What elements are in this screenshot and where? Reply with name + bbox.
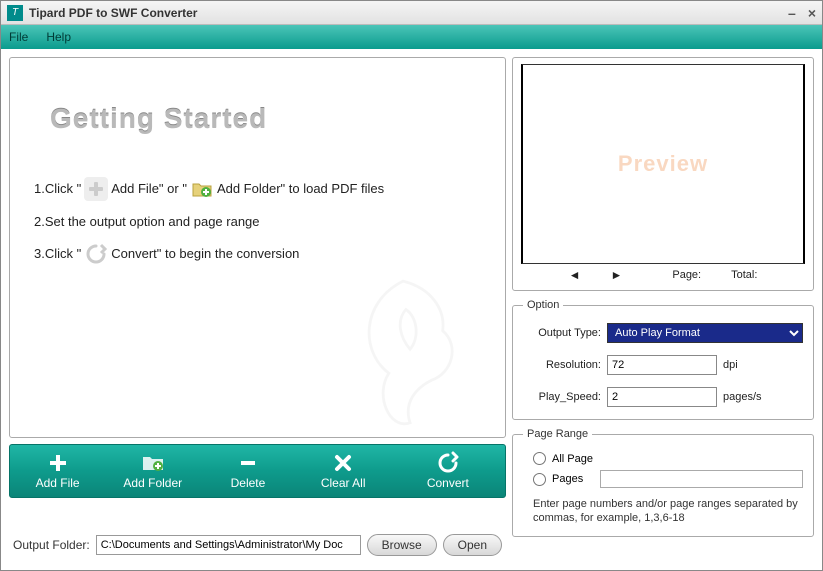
page-label: Page: <box>672 269 701 281</box>
resolution-input[interactable] <box>607 355 717 375</box>
output-type-select[interactable]: Auto Play Format <box>607 323 803 343</box>
resolution-unit: dpi <box>723 359 738 371</box>
window-controls: – × <box>788 5 816 21</box>
output-folder-label: Output Folder: <box>13 538 90 552</box>
resolution-label: Resolution: <box>523 359 601 371</box>
page-range-hint: Enter page numbers and/or page ranges se… <box>523 493 803 526</box>
prev-page-button[interactable]: ◄ <box>569 268 581 282</box>
total-label: Total: <box>731 269 757 281</box>
convert-icon <box>84 242 108 266</box>
plus-icon <box>48 452 68 474</box>
all-page-radio[interactable] <box>533 452 546 465</box>
menu-file[interactable]: File <box>9 30 28 44</box>
minimize-button[interactable]: – <box>788 5 796 21</box>
x-icon <box>334 452 352 474</box>
convert-button[interactable]: Convert <box>391 445 505 497</box>
option-group: Option Output Type: Auto Play Format Res… <box>512 299 814 420</box>
page-range-legend: Page Range <box>523 428 592 440</box>
window-title: Tipard PDF to SWF Converter <box>29 6 788 20</box>
pages-radio[interactable] <box>533 473 546 486</box>
output-type-label: Output Type: <box>523 327 601 339</box>
clear-all-button[interactable]: Clear All <box>296 445 391 497</box>
pages-input[interactable] <box>600 470 803 488</box>
app-icon: T <box>7 5 23 21</box>
titlebar: T Tipard PDF to SWF Converter – × <box>1 1 822 25</box>
guide-step-1: 1.Click " Add File" or " Add Folder" to … <box>34 175 487 204</box>
refresh-icon <box>436 452 460 474</box>
getting-started-panel: Getting Started 1.Click " Add File" or "… <box>9 57 506 438</box>
guide-steps: 1.Click " Add File" or " Add Folder" to … <box>34 175 487 273</box>
client-area: Getting Started 1.Click " Add File" or "… <box>1 49 822 570</box>
preview-canvas: Preview <box>521 64 805 264</box>
add-folder-icon <box>190 177 214 201</box>
delete-button[interactable]: Delete <box>200 445 295 497</box>
next-page-button[interactable]: ► <box>610 268 622 282</box>
folder-plus-icon <box>142 452 164 474</box>
browse-button[interactable]: Browse <box>367 534 437 556</box>
guide-heading: Getting Started <box>50 103 487 135</box>
guide-step-3: 3.Click " Convert" to begin the conversi… <box>34 240 487 269</box>
option-legend: Option <box>523 299 563 311</box>
preview-panel: Preview ◄ ► Page: Total: <box>512 57 814 291</box>
menubar: File Help <box>1 25 822 49</box>
add-file-icon <box>84 177 108 201</box>
guide-step-2: 2.Set the output option and page range <box>34 208 487 237</box>
left-column: Getting Started 1.Click " Add File" or "… <box>9 57 506 562</box>
play-speed-label: Play_Speed: <box>523 391 601 403</box>
menu-help[interactable]: Help <box>46 30 71 44</box>
open-button[interactable]: Open <box>443 534 502 556</box>
minus-icon <box>239 452 257 474</box>
preview-placeholder: Preview <box>618 151 708 177</box>
app-window: T Tipard PDF to SWF Converter – × File H… <box>0 0 823 571</box>
right-column: Preview ◄ ► Page: Total: Option Output T… <box>512 57 814 562</box>
add-folder-button[interactable]: Add Folder <box>105 445 200 497</box>
main-toolbar: Add File Add Folder Delete <box>9 444 506 498</box>
all-page-label: All Page <box>552 453 593 465</box>
pages-label: Pages <box>552 473 594 485</box>
close-button[interactable]: × <box>808 5 816 21</box>
output-folder-row: Output Folder: Browse Open <box>9 504 506 562</box>
page-range-group: Page Range All Page Pages Enter page num… <box>512 428 814 537</box>
preview-nav: ◄ ► Page: Total: <box>521 264 805 286</box>
play-speed-unit: pages/s <box>723 391 762 403</box>
output-folder-input[interactable] <box>96 535 361 555</box>
add-file-button[interactable]: Add File <box>10 445 105 497</box>
play-speed-input[interactable] <box>607 387 717 407</box>
pdf-watermark-icon <box>323 267 483 437</box>
